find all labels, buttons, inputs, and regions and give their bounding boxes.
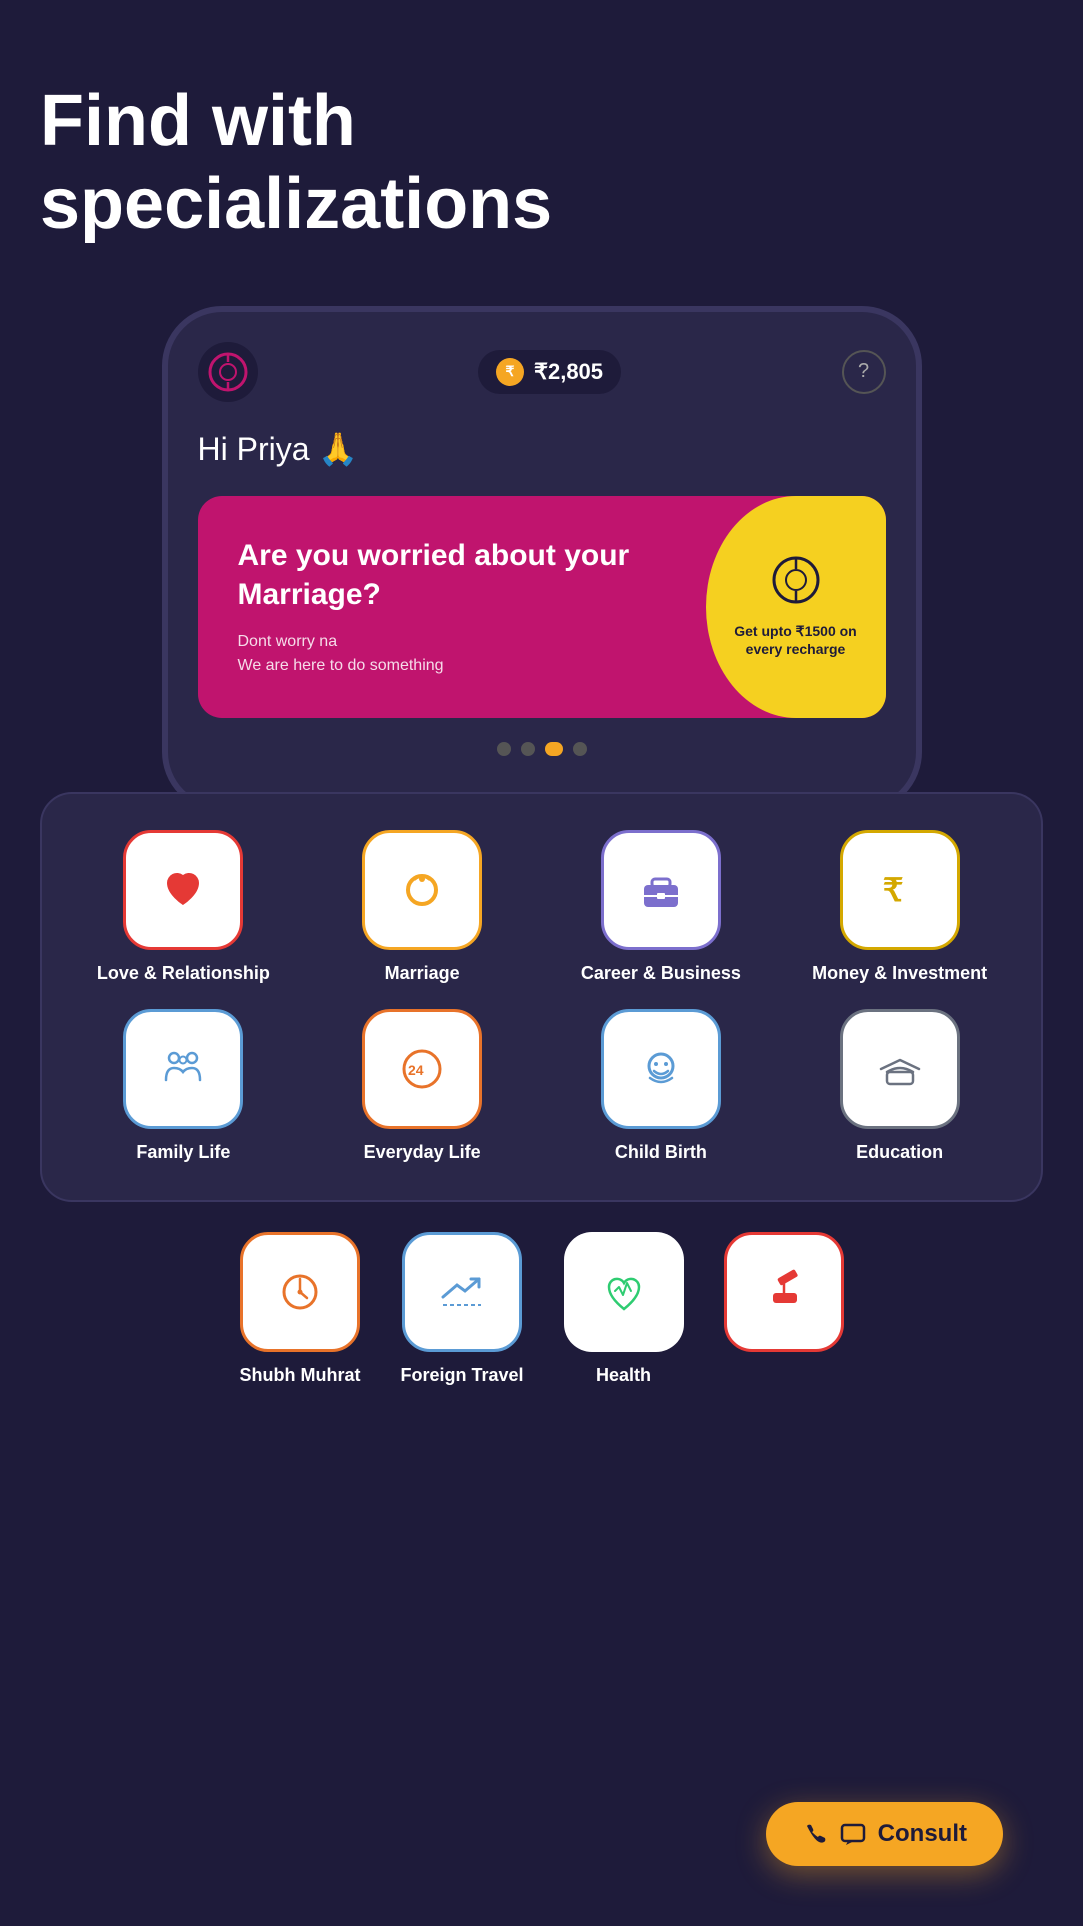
family-label: Family Life xyxy=(136,1141,230,1164)
banner-subtitle-1: Dont worry na xyxy=(238,630,686,654)
everyday-label: Everyday Life xyxy=(364,1141,481,1164)
top-bar: ₹ ₹2,805 ? xyxy=(198,342,886,402)
banner-right: Get upto ₹1500 on every recharge xyxy=(706,496,886,718)
promo-banner[interactable]: Are you worried about your Marriage? Don… xyxy=(198,496,886,718)
education-icon-box xyxy=(840,1009,960,1129)
spec-grid: Love & Relationship Marriage xyxy=(72,830,1011,1165)
spec-item-marriage[interactable]: Marriage xyxy=(311,830,534,985)
education-label: Education xyxy=(856,1141,943,1164)
svg-text:₹: ₹ xyxy=(883,872,903,908)
dot-3[interactable] xyxy=(545,742,563,756)
dot-4[interactable] xyxy=(573,742,587,756)
health-label: Health xyxy=(596,1364,651,1387)
page-title: Find with specializations xyxy=(40,80,640,246)
career-icon-box xyxy=(601,830,721,950)
dot-2[interactable] xyxy=(521,742,535,756)
shubh-icon-box xyxy=(240,1232,360,1352)
coin-icon: ₹ xyxy=(496,358,524,386)
spec-item-health[interactable]: Health xyxy=(564,1232,684,1387)
banner-subtitle-2: We are here to do something xyxy=(238,654,686,678)
spec-item-foreign[interactable]: Foreign Travel xyxy=(400,1232,523,1387)
coin-amount: ₹2,805 xyxy=(534,359,603,385)
legal-icon-box xyxy=(724,1232,844,1352)
spec-item-everyday[interactable]: 24 Everyday Life xyxy=(311,1009,534,1164)
app-logo-icon[interactable] xyxy=(198,342,258,402)
spec-item-family[interactable]: Family Life xyxy=(72,1009,295,1164)
childbirth-label: Child Birth xyxy=(615,1141,707,1164)
spec-item-shubh[interactable]: Shubh Muhrat xyxy=(239,1232,360,1387)
specialization-card: Love & Relationship Marriage xyxy=(40,792,1043,1203)
spec-item-childbirth[interactable]: Child Birth xyxy=(550,1009,773,1164)
consult-label: Consult xyxy=(878,1820,967,1848)
coin-balance-area: ₹ ₹2,805 xyxy=(478,350,621,394)
consult-fab-button[interactable]: Consult xyxy=(766,1802,1003,1866)
career-label: Career & Business xyxy=(581,962,741,985)
love-label: Love & Relationship xyxy=(97,962,270,985)
svg-text:24: 24 xyxy=(408,1062,424,1078)
foreign-label: Foreign Travel xyxy=(400,1364,523,1387)
spec-item-education[interactable]: Education xyxy=(788,1009,1011,1164)
bottom-partial-row: Shubh Muhrat Foreign Travel Health xyxy=(40,1232,1043,1387)
banner-left: Are you worried about your Marriage? Don… xyxy=(238,536,686,678)
help-icon[interactable]: ? xyxy=(842,350,886,394)
marriage-icon-box xyxy=(362,830,482,950)
family-icon-box xyxy=(123,1009,243,1129)
marriage-label: Marriage xyxy=(385,962,460,985)
spec-item-love[interactable]: Love & Relationship xyxy=(72,830,295,985)
carousel-dots xyxy=(198,742,886,756)
phone-call-icon xyxy=(802,1821,828,1847)
spec-item-legal[interactable] xyxy=(724,1232,844,1387)
foreign-icon-box xyxy=(402,1232,522,1352)
chat-icon xyxy=(840,1821,866,1847)
childbirth-icon-box xyxy=(601,1009,721,1129)
shubh-label: Shubh Muhrat xyxy=(239,1364,360,1387)
money-label: Money & Investment xyxy=(812,962,987,985)
greeting-text: Hi Priya 🙏 xyxy=(198,430,886,468)
love-icon-box xyxy=(123,830,243,950)
dot-1[interactable] xyxy=(497,742,511,756)
everyday-icon-box: 24 xyxy=(362,1009,482,1129)
banner-title: Are you worried about your Marriage? xyxy=(238,536,686,614)
spec-item-money[interactable]: ₹ Money & Investment xyxy=(788,830,1011,985)
banner-logo xyxy=(771,555,821,614)
phone-mock: ₹ ₹2,805 ? Hi Priya 🙏 Are you worried ab… xyxy=(162,306,922,812)
health-icon-box xyxy=(564,1232,684,1352)
banner-promo-text: Get upto ₹1500 on every recharge xyxy=(726,622,866,658)
money-icon-box: ₹ xyxy=(840,830,960,950)
spec-item-career[interactable]: Career & Business xyxy=(550,830,773,985)
page-wrapper: Find with specializations ₹ ₹2,805 xyxy=(0,0,1083,1926)
